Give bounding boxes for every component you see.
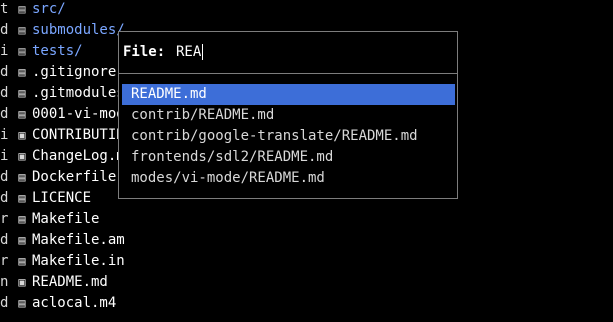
document-icon: ▤	[18, 170, 26, 184]
document-icon: ▤	[18, 65, 26, 79]
document-icon: ▤	[18, 296, 26, 310]
file-perm-flag: d	[0, 106, 9, 122]
markdown-icon: ▣	[18, 275, 26, 289]
result-item[interactable]: contrib/google-translate/README.md	[122, 126, 455, 147]
text-cursor	[202, 44, 204, 60]
document-icon: ▤	[18, 254, 26, 268]
file-perm-flag: d	[0, 22, 9, 38]
file-perm-flag: d	[0, 169, 9, 185]
file-name: Makefile	[32, 211, 100, 227]
file-perm-flag: d	[0, 295, 9, 311]
result-item[interactable]: contrib/README.md	[122, 105, 455, 126]
query-text: REA	[176, 44, 202, 60]
file-perm-flag: i	[0, 127, 9, 143]
file-perm-flag: n	[0, 274, 9, 290]
document-icon: ▤	[18, 86, 26, 100]
folder-icon: ▤	[18, 2, 26, 16]
results-list: README.md contrib/README.md contrib/google…	[122, 84, 455, 189]
result-item[interactable]: modes/vi-mode/README.md	[122, 168, 455, 189]
markdown-icon: ▣	[18, 149, 26, 163]
file-name: .gitmodules	[32, 85, 125, 101]
file-perm-flag: d	[0, 232, 9, 248]
document-icon: ▤	[18, 212, 26, 226]
file-search-popup: File: REA README.md contrib/README.md cont…	[118, 31, 458, 199]
file-perm-flag: i	[0, 43, 9, 59]
file-search-header: File: REA	[119, 32, 457, 74]
file-search-input[interactable]: REA	[176, 44, 204, 60]
document-icon: ▤	[18, 191, 26, 205]
document-icon: ▤	[18, 233, 26, 247]
file-perm-flag: i	[0, 148, 9, 164]
folder-icon: ▤	[18, 44, 26, 58]
file-perm-flag: d	[0, 85, 9, 101]
file-name: Makefile.am	[32, 232, 125, 248]
popup-divider	[119, 73, 457, 74]
file-perm-flag: r	[0, 211, 9, 227]
result-item[interactable]: frontends/sdl2/README.md	[122, 147, 455, 168]
file-name: README.md	[32, 274, 108, 290]
directory-name: tests/	[32, 43, 83, 59]
file-name: Makefile.in	[32, 253, 125, 269]
directory-name: src/	[32, 1, 66, 17]
file-name: .gitignore	[32, 64, 117, 80]
result-item-selected[interactable]: README.md	[122, 84, 455, 105]
document-icon: ▤	[18, 107, 26, 121]
file-perm-flag: r	[0, 253, 9, 269]
file-name: Dockerfile	[32, 169, 117, 185]
folder-icon: ▤	[18, 23, 26, 37]
prompt-label: File:	[123, 44, 166, 60]
file-name: LICENCE	[32, 190, 92, 206]
file-name: aclocal.m4	[32, 295, 117, 311]
file-perm-flag: d	[0, 64, 9, 80]
file-perm-flag: d	[0, 190, 9, 206]
markdown-icon: ▣	[18, 128, 26, 142]
directory-name: submodules/	[32, 22, 125, 38]
file-perm-flag: t	[0, 1, 9, 17]
